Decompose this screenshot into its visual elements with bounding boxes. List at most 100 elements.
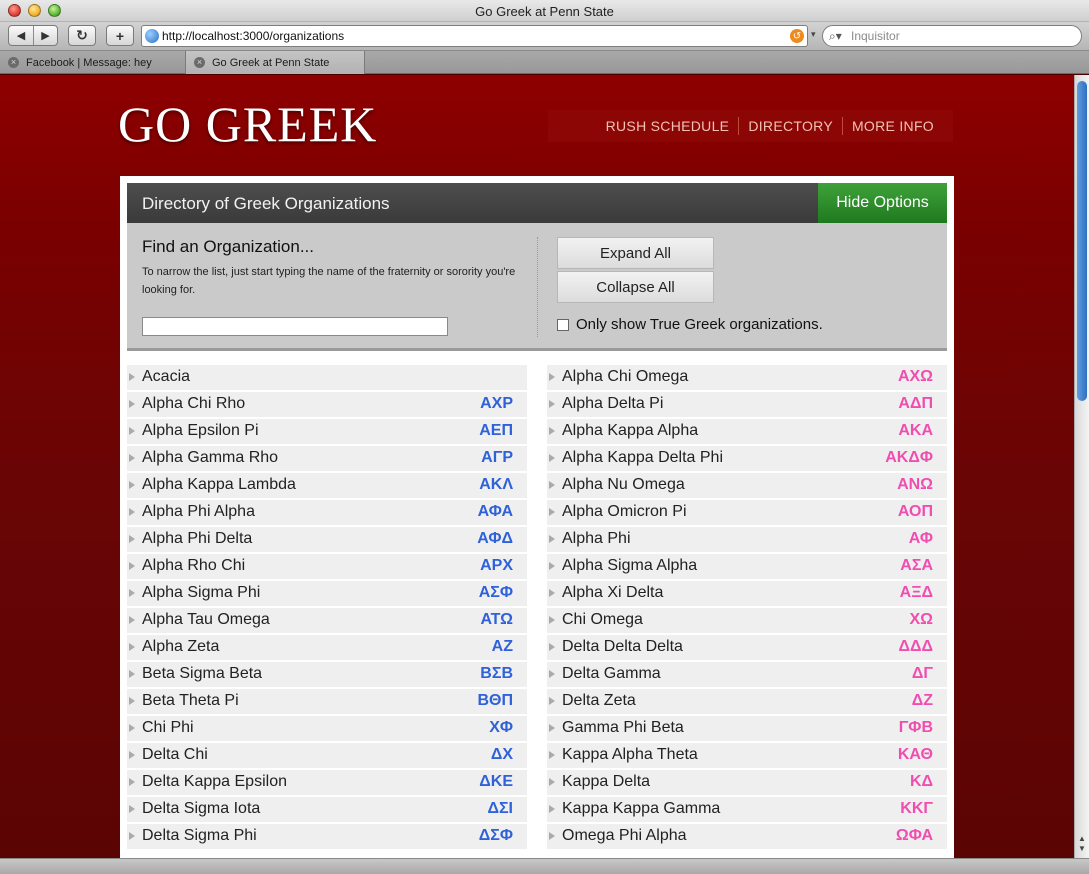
expand-arrow-icon[interactable]: [129, 697, 135, 705]
org-row[interactable]: Alpha Delta Pi ΑΔΠ: [547, 392, 947, 417]
expand-arrow-icon[interactable]: [129, 373, 135, 381]
org-row[interactable]: Alpha Kappa Delta Phi ΑΚΔΦ: [547, 446, 947, 471]
nav-more-info[interactable]: MORE INFO: [843, 118, 943, 134]
org-row[interactable]: Delta Chi ΔΧ: [127, 743, 527, 768]
reload-button[interactable]: ↻: [68, 25, 96, 46]
org-row[interactable]: Delta Sigma Iota ΔΣΙ: [127, 797, 527, 822]
org-row[interactable]: Beta Sigma Beta ΒΣΒ: [127, 662, 527, 687]
org-row[interactable]: Delta Zeta ΔΖ: [547, 689, 947, 714]
expand-arrow-icon[interactable]: [129, 724, 135, 732]
expand-arrow-icon[interactable]: [129, 643, 135, 651]
org-name[interactable]: Kappa Delta: [562, 773, 650, 791]
expand-arrow-icon[interactable]: [549, 670, 555, 678]
expand-arrow-icon[interactable]: [549, 643, 555, 651]
org-row[interactable]: Delta Kappa Epsilon ΔΚΕ: [127, 770, 527, 795]
expand-arrow-icon[interactable]: [129, 454, 135, 462]
org-row[interactable]: Omega Phi Alpha ΩΦΑ: [547, 824, 947, 849]
org-name[interactable]: Alpha Nu Omega: [562, 476, 685, 494]
org-row[interactable]: Alpha Nu Omega ΑΝΩ: [547, 473, 947, 498]
org-row[interactable]: Gamma Phi Beta ΓΦΒ: [547, 716, 947, 741]
scrollbar-thumb[interactable]: [1077, 81, 1087, 401]
org-row[interactable]: Alpha Phi Alpha ΑΦΑ: [127, 500, 527, 525]
org-name[interactable]: Delta Kappa Epsilon: [142, 773, 287, 791]
address-dropdown-icon[interactable]: ▾: [811, 29, 816, 40]
org-row[interactable]: Alpha Xi Delta ΑΞΔ: [547, 581, 947, 606]
org-name[interactable]: Alpha Rho Chi: [142, 557, 245, 575]
expand-arrow-icon[interactable]: [129, 427, 135, 435]
org-name[interactable]: Alpha Kappa Delta Phi: [562, 449, 723, 467]
org-row[interactable]: Chi Omega ΧΩ: [547, 608, 947, 633]
org-row[interactable]: Alpha Omicron Pi ΑΟΠ: [547, 500, 947, 525]
expand-arrow-icon[interactable]: [129, 562, 135, 570]
org-row[interactable]: Alpha Kappa Lambda ΑΚΛ: [127, 473, 527, 498]
expand-arrow-icon[interactable]: [129, 508, 135, 516]
org-row[interactable]: Alpha Zeta ΑΖ: [127, 635, 527, 660]
org-name[interactable]: Alpha Gamma Rho: [142, 449, 278, 467]
org-name[interactable]: Delta Gamma: [562, 665, 661, 683]
hide-options-button[interactable]: Hide Options: [818, 183, 947, 223]
expand-arrow-icon[interactable]: [549, 535, 555, 543]
rss-icon[interactable]: ↺: [790, 29, 804, 43]
expand-arrow-icon[interactable]: [549, 400, 555, 408]
expand-arrow-icon[interactable]: [549, 724, 555, 732]
org-name[interactable]: Alpha Delta Pi: [562, 395, 663, 413]
expand-arrow-icon[interactable]: [549, 508, 555, 516]
org-name[interactable]: Alpha Kappa Lambda: [142, 476, 296, 494]
organization-search-input[interactable]: [142, 317, 448, 336]
org-row[interactable]: Kappa Delta ΚΔ: [547, 770, 947, 795]
true-greek-filter[interactable]: Only show True Greek organizations.: [557, 316, 823, 333]
expand-arrow-icon[interactable]: [549, 751, 555, 759]
org-name[interactable]: Delta Delta Delta: [562, 638, 683, 656]
org-name[interactable]: Acacia: [142, 368, 190, 386]
org-name[interactable]: Alpha Zeta: [142, 638, 219, 656]
tab-facebook[interactable]: × Facebook | Message: hey: [0, 51, 185, 74]
org-name[interactable]: Alpha Kappa Alpha: [562, 422, 698, 440]
org-name[interactable]: Alpha Sigma Phi: [142, 584, 260, 602]
expand-arrow-icon[interactable]: [549, 481, 555, 489]
org-row[interactable]: Alpha Chi Rho ΑΧΡ: [127, 392, 527, 417]
vertical-scrollbar[interactable]: ▲ ▼: [1074, 75, 1089, 858]
true-greek-checkbox[interactable]: [557, 318, 569, 331]
org-row[interactable]: Alpha Tau Omega ΑΤΩ: [127, 608, 527, 633]
close-tab-icon[interactable]: ×: [8, 57, 19, 68]
expand-arrow-icon[interactable]: [129, 400, 135, 408]
expand-arrow-icon[interactable]: [549, 373, 555, 381]
org-row[interactable]: Chi Phi ΧΦ: [127, 716, 527, 741]
collapse-all-button[interactable]: Collapse All: [557, 271, 714, 303]
org-row[interactable]: Alpha Chi Omega ΑΧΩ: [547, 365, 947, 390]
org-name[interactable]: Beta Theta Pi: [142, 692, 239, 710]
org-row[interactable]: Delta Delta Delta ΔΔΔ: [547, 635, 947, 660]
tab-go-greek[interactable]: × Go Greek at Penn State: [185, 51, 365, 74]
org-name[interactable]: Chi Phi: [142, 719, 194, 737]
expand-arrow-icon[interactable]: [549, 697, 555, 705]
org-name[interactable]: Alpha Phi: [562, 530, 631, 548]
org-row[interactable]: Alpha Epsilon Pi ΑΕΠ: [127, 419, 527, 444]
org-name[interactable]: Delta Chi: [142, 746, 208, 764]
org-row[interactable]: Kappa Alpha Theta ΚΑΘ: [547, 743, 947, 768]
org-name[interactable]: Omega Phi Alpha: [562, 827, 687, 845]
expand-arrow-icon[interactable]: [549, 427, 555, 435]
nav-directory[interactable]: DIRECTORY: [739, 118, 842, 134]
org-row[interactable]: Acacia: [127, 365, 527, 390]
expand-arrow-icon[interactable]: [129, 670, 135, 678]
org-name[interactable]: Alpha Omicron Pi: [562, 503, 687, 521]
expand-all-button[interactable]: Expand All: [557, 237, 714, 269]
org-name[interactable]: Gamma Phi Beta: [562, 719, 684, 737]
org-name[interactable]: Kappa Alpha Theta: [562, 746, 698, 764]
expand-arrow-icon[interactable]: [129, 616, 135, 624]
org-name[interactable]: Chi Omega: [562, 611, 643, 629]
expand-arrow-icon[interactable]: [129, 481, 135, 489]
org-name[interactable]: Delta Sigma Phi: [142, 827, 257, 845]
org-row[interactable]: Alpha Rho Chi ΑΡΧ: [127, 554, 527, 579]
org-row[interactable]: Alpha Phi ΑΦ: [547, 527, 947, 552]
expand-arrow-icon[interactable]: [129, 778, 135, 786]
org-row[interactable]: Alpha Gamma Rho ΑΓΡ: [127, 446, 527, 471]
org-row[interactable]: Kappa Kappa Gamma ΚΚΓ: [547, 797, 947, 822]
org-name[interactable]: Delta Sigma Iota: [142, 800, 260, 818]
expand-arrow-icon[interactable]: [549, 589, 555, 597]
site-logo[interactable]: GO GREEK: [118, 95, 377, 153]
expand-arrow-icon[interactable]: [129, 589, 135, 597]
expand-arrow-icon[interactable]: [549, 454, 555, 462]
org-name[interactable]: Alpha Xi Delta: [562, 584, 663, 602]
expand-arrow-icon[interactable]: [129, 535, 135, 543]
